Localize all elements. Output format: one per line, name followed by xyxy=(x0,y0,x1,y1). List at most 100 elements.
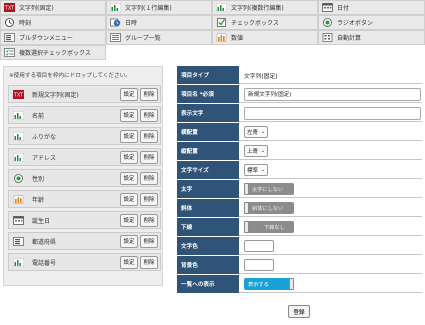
prop-row-list-display: 一覧への表示 表示する xyxy=(177,275,422,293)
fixed-text-icon: TXT xyxy=(4,3,15,12)
field-label: 性別 xyxy=(32,175,45,183)
delete-button[interactable]: 削除 xyxy=(140,213,158,227)
delete-button[interactable]: 削除 xyxy=(140,87,158,101)
palette-time[interactable]: 時刻 xyxy=(0,15,106,30)
toggle-knob xyxy=(244,183,249,195)
palette-dropdown[interactable]: プルダウンメニュー xyxy=(0,30,106,45)
text-color-picker[interactable] xyxy=(244,240,274,252)
number-icon xyxy=(216,33,227,42)
settings-button[interactable]: 設定 xyxy=(120,150,138,164)
field-item[interactable]: 年齢 設定 削除 xyxy=(8,190,161,208)
field-item[interactable]: 名前 設定 削除 xyxy=(8,106,161,124)
field-label: 電話番号 xyxy=(32,259,57,267)
radio-icon xyxy=(13,173,24,183)
palette-radio[interactable]: ラジオボタン xyxy=(318,15,425,30)
font-size-select[interactable]: 標準 ⌄ xyxy=(244,164,269,176)
palette-checkbox[interactable]: チェックボックス xyxy=(212,15,318,30)
register-button[interactable]: 登録 xyxy=(288,305,310,318)
field-item[interactable]: TXT 新規文字列(固定) 設定 削除 xyxy=(8,85,161,103)
settings-button[interactable]: 設定 xyxy=(120,255,138,269)
field-item[interactable]: 都道府県 設定 削除 xyxy=(8,232,161,250)
prop-label: 項目名 *必須 xyxy=(177,85,239,103)
palette-multi-checkbox[interactable]: 複数選択チェックボックス xyxy=(0,45,106,60)
settings-button[interactable]: 設定 xyxy=(120,108,138,122)
prop-label: 文字色 xyxy=(177,237,239,255)
property-panel: 項目タイプ 文字列(固定) 項目名 *必須 新規文字列(固定) 表示文字 横配置… xyxy=(177,66,422,293)
delete-button[interactable]: 削除 xyxy=(140,171,158,185)
chevron-down-icon: ⌄ xyxy=(261,167,266,173)
display-text-input[interactable] xyxy=(244,106,421,120)
clock-icon xyxy=(4,18,15,27)
delete-button[interactable]: 削除 xyxy=(140,255,158,269)
settings-button[interactable]: 設定 xyxy=(120,171,138,185)
palette-group-list[interactable]: グループ一覧 xyxy=(106,30,212,45)
multi-line-text-icon xyxy=(216,3,227,12)
underline-toggle[interactable]: 下線なし xyxy=(244,221,294,233)
prop-row-h-align: 横配置 左寄 ⌄ xyxy=(177,123,422,141)
number-icon xyxy=(13,194,24,204)
field-item[interactable]: ふりがな 設定 削除 xyxy=(8,127,161,145)
bg-color-picker[interactable] xyxy=(244,259,274,271)
multi-checkbox-icon xyxy=(4,48,15,57)
checkbox-icon xyxy=(216,18,227,27)
settings-button[interactable]: 設定 xyxy=(120,192,138,206)
field-drop-area[interactable]: ※使用する項目を枠内にドロップしてください。 TXT 新規文字列(固定) 設定 … xyxy=(3,66,163,286)
calendar-icon xyxy=(322,3,333,12)
palette-datetime[interactable]: 日時 xyxy=(106,15,212,30)
palette-date[interactable]: 日付 xyxy=(318,0,425,15)
item-name-input[interactable]: 新規文字列(固定) xyxy=(244,87,421,101)
auto-calc-icon xyxy=(322,33,333,42)
field-item[interactable]: アドレス 設定 削除 xyxy=(8,148,161,166)
field-type-palette: TXT 文字列(固定) 文字列(１行編集) 文字列(複数行編集) 日付 時刻 日… xyxy=(0,0,425,61)
prop-label: 一覧への表示 xyxy=(177,275,239,293)
field-label: ふりがな xyxy=(32,133,57,141)
palette-fixed-text[interactable]: TXT 文字列(固定) xyxy=(0,0,106,15)
single-line-text-icon xyxy=(13,152,24,162)
prop-label: 斜体 xyxy=(177,199,239,217)
drop-hint: ※使用する項目を枠内にドロップしてください。 xyxy=(9,73,131,79)
prop-label: 太字 xyxy=(177,180,239,198)
delete-button[interactable]: 削除 xyxy=(140,192,158,206)
settings-button[interactable]: 設定 xyxy=(120,213,138,227)
palette-multi-line-text[interactable]: 文字列(複数行編集) xyxy=(212,0,318,15)
prop-label: 文字サイズ xyxy=(177,161,239,179)
palette-auto-calc[interactable]: 自動計算 xyxy=(318,30,425,45)
field-item[interactable]: 性別 設定 削除 xyxy=(8,169,161,187)
delete-button[interactable]: 削除 xyxy=(140,129,158,143)
field-label: 名前 xyxy=(32,112,45,120)
dropdown-icon xyxy=(13,236,24,246)
settings-button[interactable]: 設定 xyxy=(120,129,138,143)
list-display-toggle[interactable]: 表示する xyxy=(244,278,294,290)
settings-button[interactable]: 設定 xyxy=(120,234,138,248)
prop-label: 下線 xyxy=(177,218,239,236)
field-label: 誕生日 xyxy=(32,217,51,225)
field-item[interactable]: 誕生日 設定 削除 xyxy=(8,211,161,229)
palette-number[interactable]: 数値 xyxy=(212,30,318,45)
field-label: アドレス xyxy=(32,154,57,162)
prop-row-underline: 下線 下線なし xyxy=(177,218,422,236)
field-item[interactable]: 電話番号 設定 削除 xyxy=(8,253,161,271)
h-align-select[interactable]: 左寄 ⌄ xyxy=(244,126,269,138)
field-label: 都道府県 xyxy=(32,238,57,246)
svg-text:TXT: TXT xyxy=(4,6,15,12)
delete-button[interactable]: 削除 xyxy=(140,108,158,122)
italic-toggle[interactable]: 斜体にしない xyxy=(244,202,294,214)
single-line-text-icon xyxy=(13,257,24,267)
delete-button[interactable]: 削除 xyxy=(140,234,158,248)
bold-toggle[interactable]: 太字にしない xyxy=(244,183,294,195)
prop-label: 横配置 xyxy=(177,123,239,141)
palette-single-line-text[interactable]: 文字列(１行編集) xyxy=(106,0,212,15)
prop-row-font-size: 文字サイズ 標準 ⌄ xyxy=(177,161,422,179)
v-align-select[interactable]: 上寄 ⌄ xyxy=(244,145,269,157)
settings-button[interactable]: 設定 xyxy=(120,87,138,101)
radio-icon xyxy=(322,18,333,27)
prop-row-text-color: 文字色 xyxy=(177,237,422,255)
delete-button[interactable]: 削除 xyxy=(140,150,158,164)
field-label: 年齢 xyxy=(32,196,45,204)
chevron-down-icon: ⌄ xyxy=(261,148,266,154)
prop-row-bg-color: 背景色 xyxy=(177,256,422,274)
svg-text:TXT: TXT xyxy=(13,92,24,98)
single-line-text-icon xyxy=(13,131,24,141)
prop-row-v-align: 縦配置 上寄 ⌄ xyxy=(177,142,422,160)
field-label: 新規文字列(固定) xyxy=(32,91,79,99)
